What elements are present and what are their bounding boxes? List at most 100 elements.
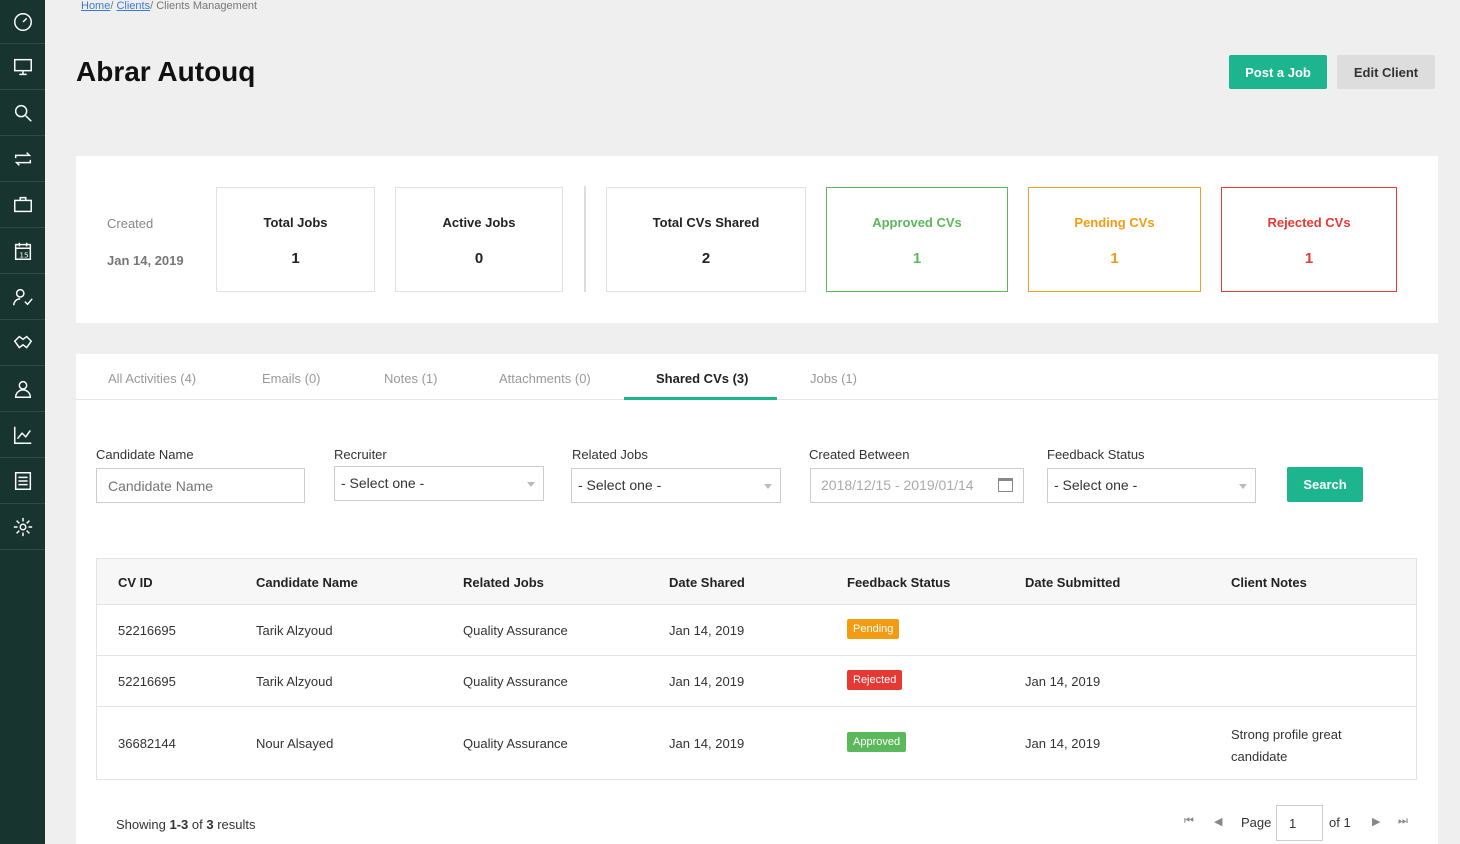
recruiter-value: - Select one -: [341, 475, 425, 491]
sidebar-item-search[interactable]: [0, 90, 45, 136]
column-header[interactable]: Client Notes: [1231, 575, 1307, 590]
handshake-icon: [13, 335, 32, 349]
table-row[interactable]: 52216695 Tarik Alzyoud Quality Assurance…: [97, 656, 1416, 707]
cv-id: 52216695: [118, 674, 176, 689]
recruiter-label: Recruiter: [334, 447, 387, 462]
calendar-icon[interactable]: [998, 478, 1013, 492]
stat-pending-cvs[interactable]: Pending CVs 1: [1028, 187, 1201, 292]
candidate-name[interactable]: Tarik Alzyoud: [256, 623, 333, 638]
edit-client-button[interactable]: Edit Client: [1337, 55, 1435, 89]
created-label: Created: [107, 216, 154, 231]
client-notes-line: candidate: [1231, 749, 1288, 764]
stat-approved-cvs[interactable]: Approved CVs 1: [826, 187, 1008, 292]
user-check-icon: [12, 288, 33, 305]
page-label: Page: [1241, 815, 1272, 830]
shared-cvs-table: CV ID Candidate Name Related Jobs Date S…: [96, 558, 1417, 780]
stat-value: 1: [291, 250, 300, 267]
tab-all-activities[interactable]: All Activities (4): [108, 371, 196, 386]
date-submitted: Jan 14, 2019: [1025, 674, 1101, 689]
related-job[interactable]: Quality Assurance: [463, 674, 568, 689]
breadcrumb-clients[interactable]: Clients: [116, 0, 150, 12]
status-badge: Pending: [847, 619, 900, 639]
sidebar-item-calendar[interactable]: 15: [0, 228, 45, 274]
sidebar-item-users[interactable]: [0, 366, 45, 412]
date-range-input[interactable]: 2018/12/15 - 2019/01/14: [810, 468, 1024, 503]
last-page-icon[interactable]: ⏭: [1398, 815, 1408, 828]
stat-total-jobs: Total Jobs 1: [216, 187, 375, 292]
candidate-name[interactable]: Nour Alsayed: [256, 736, 333, 751]
calendar-icon: 15: [14, 242, 31, 260]
chevron-down-icon: [1239, 484, 1247, 489]
sidebar-item-monitor[interactable]: [0, 44, 45, 90]
tab-jobs[interactable]: Jobs (1): [810, 371, 857, 386]
next-page-icon[interactable]: ▶: [1372, 815, 1380, 828]
sidebar-item-lists[interactable]: [0, 458, 45, 504]
sidebar-item-settings[interactable]: [0, 504, 45, 550]
candidate-name[interactable]: Tarik Alzyoud: [256, 674, 333, 689]
feedback-status-label: Feedback Status: [1047, 447, 1145, 462]
column-header[interactable]: Candidate Name: [256, 575, 358, 590]
search-icon: [14, 104, 32, 122]
candidate-name-input[interactable]: [96, 468, 305, 503]
date-shared: Jan 14, 2019: [669, 674, 745, 689]
search-button[interactable]: Search: [1287, 467, 1363, 502]
dashboard-icon: [13, 12, 32, 31]
page-count: of 1: [1329, 815, 1351, 830]
sidebar-item-repeat[interactable]: [0, 136, 45, 182]
recruiter-select[interactable]: - Select one -: [334, 466, 544, 501]
table-row[interactable]: 36682144 Nour Alsayed Quality Assurance …: [97, 707, 1416, 779]
date-shared: Jan 14, 2019: [669, 736, 745, 751]
content-panel: All Activities (4) Emails (0) Notes (1) …: [76, 354, 1438, 844]
results-suffix: results: [213, 817, 256, 832]
feedback-status-select[interactable]: - Select one -: [1047, 468, 1256, 503]
list-icon: [14, 471, 31, 490]
sidebar-item-jobs[interactable]: [0, 182, 45, 228]
column-header[interactable]: Feedback Status: [847, 575, 950, 590]
candidate-name-label: Candidate Name: [96, 447, 194, 462]
created-between-label: Created Between: [809, 447, 910, 462]
related-jobs-value: - Select one -: [578, 477, 662, 493]
stat-total-cvs: Total CVs Shared 2: [606, 187, 806, 292]
table-header: CV ID Candidate Name Related Jobs Date S…: [97, 559, 1416, 605]
related-job[interactable]: Quality Assurance: [463, 623, 568, 638]
stat-value: 1: [1110, 250, 1119, 267]
page-number-input[interactable]: [1276, 805, 1323, 841]
column-header[interactable]: Date Shared: [669, 575, 745, 590]
sidebar-item-clients[interactable]: [0, 320, 45, 366]
table-row[interactable]: 52216695 Tarik Alzyoud Quality Assurance…: [97, 605, 1416, 656]
related-job[interactable]: Quality Assurance: [463, 736, 568, 751]
stat-label: Rejected CVs: [1267, 215, 1351, 230]
chevron-down-icon: [764, 484, 772, 489]
stat-label: Total CVs Shared: [652, 215, 760, 230]
breadcrumb-current: Clients Management: [156, 0, 258, 12]
post-job-button[interactable]: Post a Job: [1229, 55, 1327, 89]
sidebar-item-reports[interactable]: [0, 412, 45, 458]
prev-page-icon[interactable]: ◀: [1214, 815, 1222, 828]
tab-bar: All Activities (4) Emails (0) Notes (1) …: [76, 354, 1438, 400]
results-prefix: Showing: [116, 817, 170, 832]
breadcrumb-home[interactable]: Home: [81, 0, 110, 12]
tab-emails[interactable]: Emails (0): [262, 371, 321, 386]
tab-attachments[interactable]: Attachments (0): [499, 371, 591, 386]
breadcrumb: Home/ Clients/ Clients Management: [81, 0, 257, 12]
chevron-down-icon: [527, 482, 535, 487]
status-badge: Rejected: [847, 670, 903, 690]
sidebar: 15: [0, 0, 45, 844]
date-submitted: Jan 14, 2019: [1025, 736, 1101, 751]
related-jobs-select[interactable]: - Select one -: [571, 468, 781, 503]
first-page-icon[interactable]: ⏮: [1184, 815, 1194, 828]
column-header[interactable]: Related Jobs: [463, 575, 544, 590]
date-range-value: 2018/12/15 - 2019/01/14: [821, 477, 974, 493]
tab-notes[interactable]: Notes (1): [384, 371, 437, 386]
cv-id: 52216695: [118, 623, 176, 638]
stat-active-jobs: Active Jobs 0: [395, 187, 563, 292]
monitor-icon: [13, 58, 32, 75]
client-notes-line: Strong profile great: [1231, 727, 1342, 742]
column-header[interactable]: CV ID: [118, 575, 153, 590]
stat-rejected-cvs[interactable]: Rejected CVs 1: [1221, 187, 1397, 292]
sidebar-item-candidates[interactable]: [0, 274, 45, 320]
repeat-icon: [14, 151, 31, 166]
tab-shared-cvs[interactable]: Shared CVs (3): [656, 371, 748, 386]
sidebar-item-dashboard[interactable]: [0, 0, 45, 44]
column-header[interactable]: Date Submitted: [1025, 575, 1120, 590]
